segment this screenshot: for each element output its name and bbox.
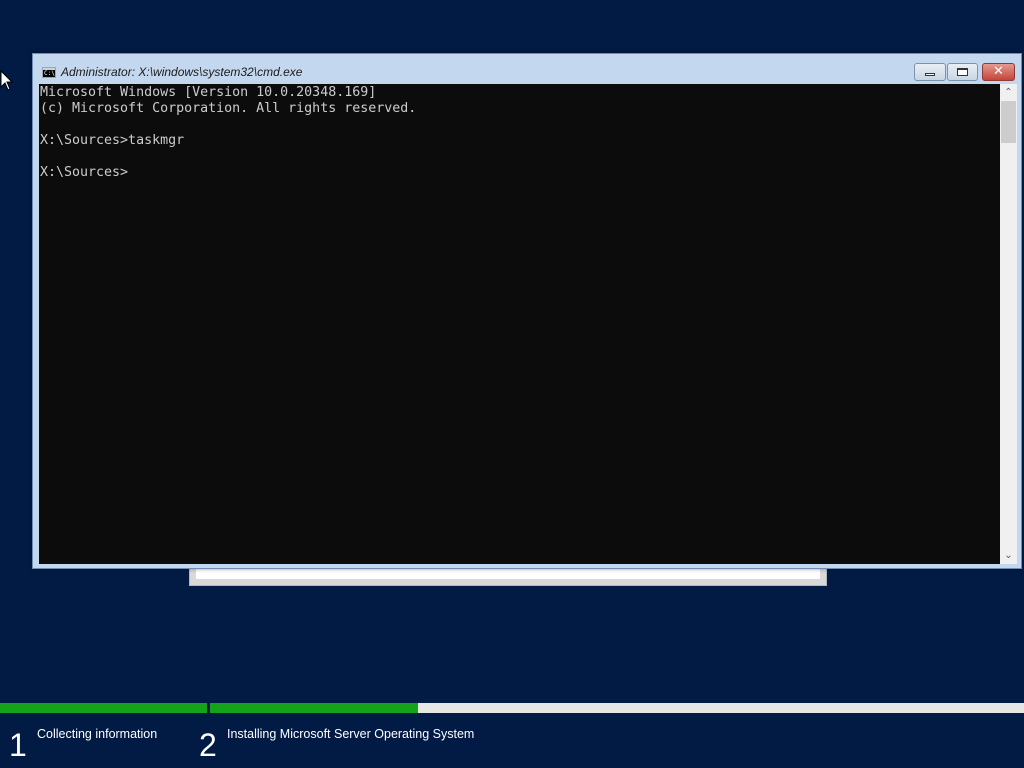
cmd-icon[interactable]: C:\ (42, 67, 56, 78)
cmd-window[interactable]: C:\ Administrator: X:\windows\system32\c… (32, 53, 1022, 569)
minimize-button[interactable] (914, 63, 946, 81)
scroll-thumb[interactable] (1001, 101, 1016, 143)
title-bar[interactable]: C:\ Administrator: X:\windows\system32\c… (33, 54, 1021, 84)
setup-background: C:\ Administrator: X:\windows\system32\c… (0, 0, 1024, 768)
setup-progress-bar (0, 703, 1024, 713)
cmd-icon-text: C:\ (44, 70, 55, 77)
step-label: Installing Microsoft Server Operating Sy… (227, 727, 475, 741)
minimize-icon (925, 73, 935, 76)
maximize-icon (957, 68, 968, 76)
step2-progress (210, 703, 1024, 713)
scroll-down-icon[interactable]: ⌄ (1000, 547, 1017, 564)
step-number: 1 (9, 727, 27, 763)
vertical-scrollbar[interactable]: ⌃ ⌄ (1000, 84, 1017, 564)
console-text: Microsoft Windows [Version 10.0.20348.16… (40, 85, 417, 180)
scroll-up-icon[interactable]: ⌃ (1000, 84, 1017, 101)
step-label: Collecting information (37, 727, 158, 741)
step-number: 2 (199, 727, 217, 763)
maximize-button[interactable] (947, 63, 978, 81)
console-output[interactable]: Microsoft Windows [Version 10.0.20348.16… (39, 84, 1000, 564)
step1-progress-fill (0, 703, 207, 713)
close-icon: ✕ (993, 64, 1004, 79)
mouse-cursor-icon (0, 70, 14, 91)
step1-progress (0, 703, 207, 713)
window-title: Administrator: X:\windows\system32\cmd.e… (61, 65, 303, 79)
close-button[interactable]: ✕ (982, 63, 1015, 81)
step2-progress-fill (210, 703, 418, 713)
